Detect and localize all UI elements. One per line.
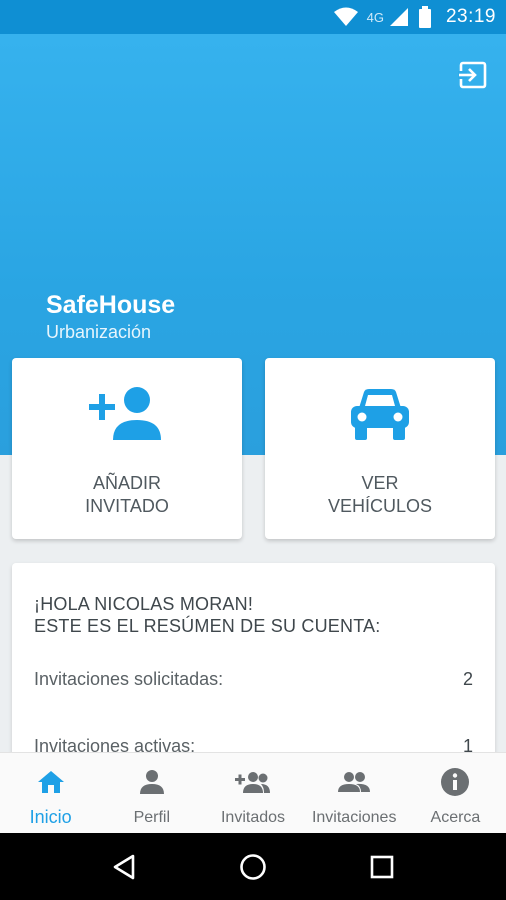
home-circle-icon: [240, 853, 266, 880]
add-guest-label: AÑADIR INVITADO: [85, 473, 169, 516]
person-icon: [139, 770, 164, 794]
nav-item-acerca[interactable]: Acerca: [405, 753, 506, 833]
network-type: 4G: [366, 9, 384, 25]
app-name: SafeHouse: [46, 291, 176, 319]
nav-item-inicio[interactable]: Inicio: [0, 753, 101, 833]
recents-button[interactable]: [370, 855, 394, 879]
info-icon: [441, 768, 470, 796]
nav-item-perfil[interactable]: Perfil: [101, 753, 202, 833]
clock: 23:19: [445, 6, 496, 27]
add-person-icon: [89, 387, 161, 440]
view-vehicles-label: VER VEHÍCULOS: [327, 473, 433, 516]
signal-icon: [389, 8, 408, 26]
add-group-icon: [235, 772, 270, 793]
nav-item-invitaciones[interactable]: Invitaciones: [304, 753, 405, 833]
view-vehicles-button[interactable]: VER VEHÍCULOS: [265, 358, 495, 539]
battery-icon: [418, 6, 431, 28]
logout-icon: [458, 61, 487, 89]
nav-item-invitados[interactable]: Invitados: [202, 753, 303, 833]
group-icon: [338, 772, 371, 792]
greeting: ¡HOLA NICOLAS MORAN! ESTE ES EL RESÚMEN …: [34, 594, 381, 636]
recents-icon: [371, 855, 394, 878]
back-button[interactable]: [112, 854, 136, 880]
back-icon: [113, 854, 134, 879]
status-bar: 4G 23:19: [0, 0, 506, 34]
system-navigation-bar: [0, 833, 506, 900]
car-icon: [351, 389, 409, 440]
logout-button[interactable]: [458, 60, 488, 90]
add-guest-button[interactable]: AÑADIR INVITADO: [12, 358, 242, 539]
app-subtitle: Urbanización: [46, 322, 152, 342]
summary-row-requested: Invitaciones solicitadas: 2: [34, 669, 473, 689]
bottom-navigation: Inicio Perfil Invitados Invitaciones Ace…: [0, 752, 506, 833]
wifi-icon: [333, 7, 358, 26]
home-icon: [37, 771, 64, 793]
home-system-button[interactable]: [239, 853, 267, 881]
